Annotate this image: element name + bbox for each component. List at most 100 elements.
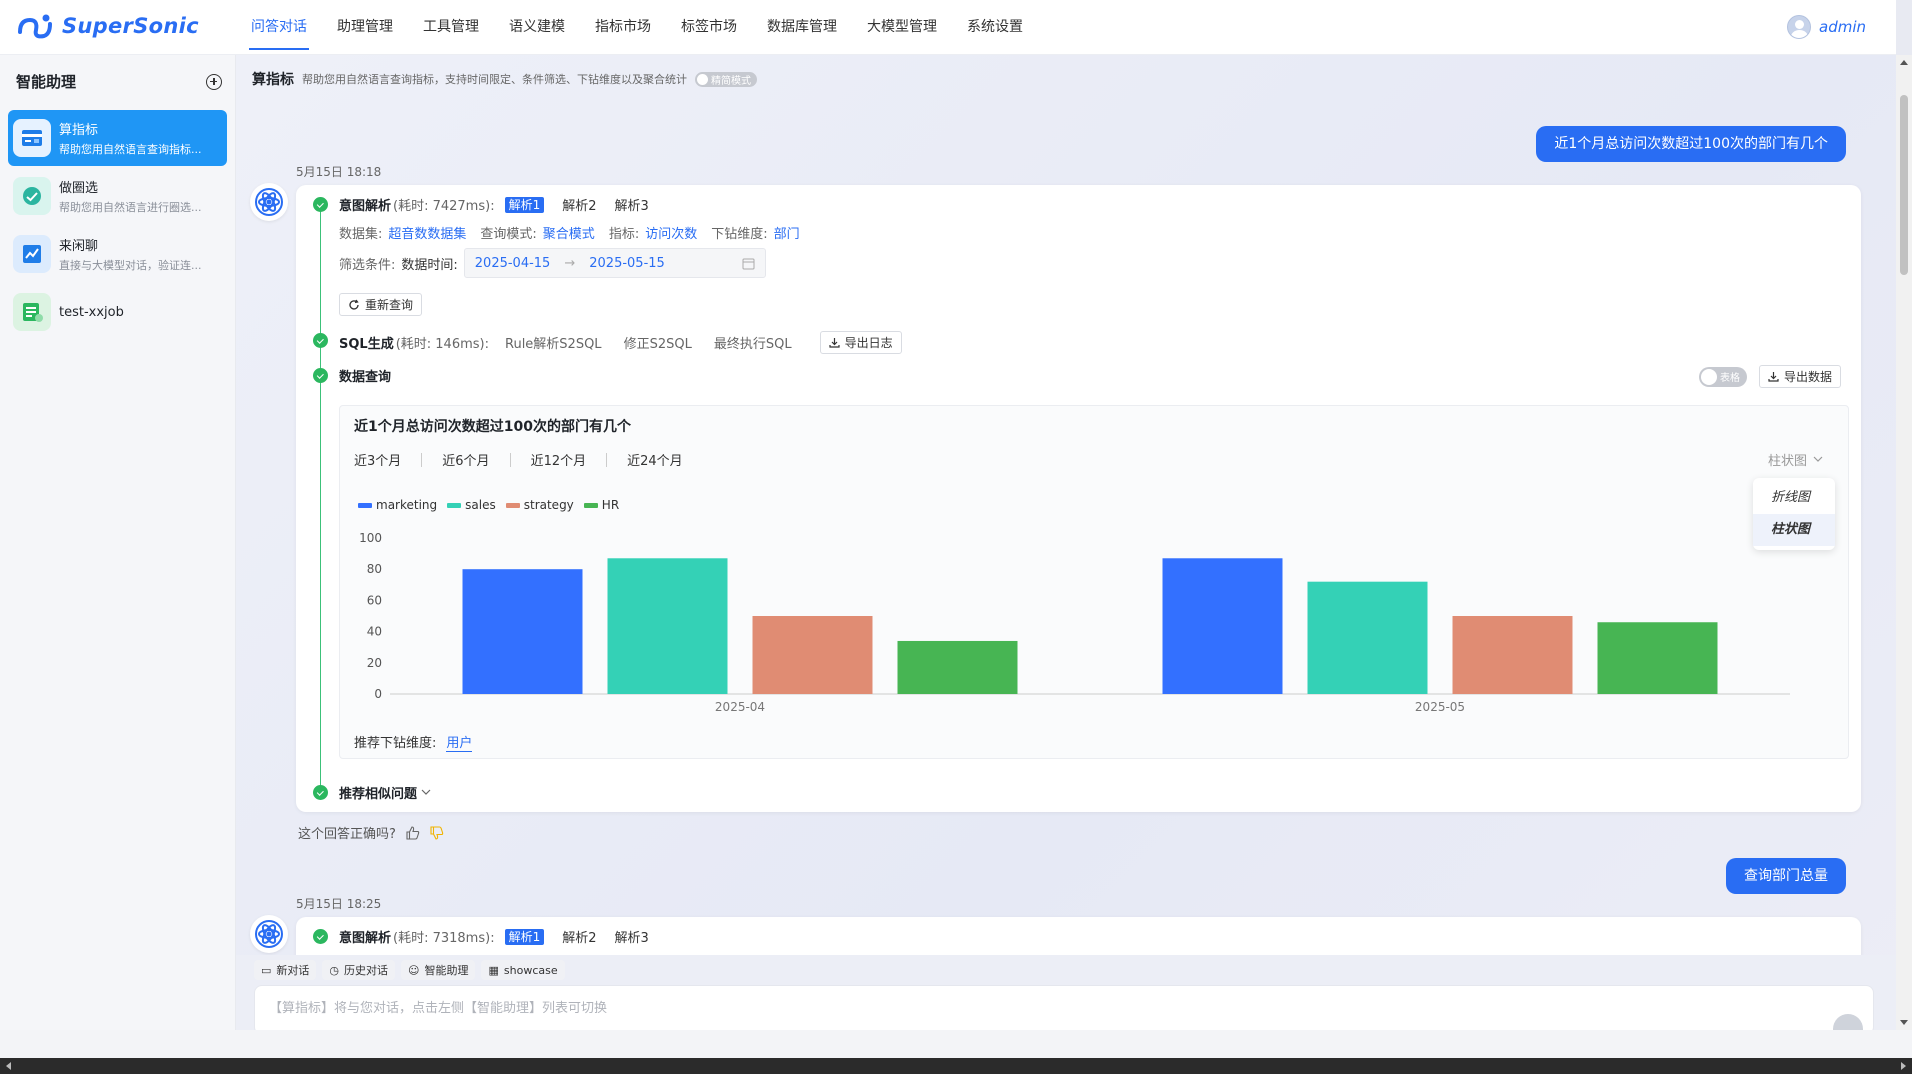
refresh-icon — [349, 299, 359, 310]
metric-value[interactable]: 访问次数 — [645, 223, 697, 242]
legend-label: marketing — [376, 498, 438, 512]
agent-name: 做圈选 — [59, 181, 99, 196]
date-start[interactable]: 2025-04-15 — [475, 256, 551, 271]
dataset-value[interactable]: 超音数数据集 — [388, 223, 466, 242]
period-tab-6m[interactable]: 近6个月 — [442, 450, 489, 469]
chevron-down-icon — [421, 789, 431, 795]
nav-tag-market[interactable]: 标签市场 — [666, 0, 752, 55]
sql-tab-rule[interactable]: Rule解析S2SQL — [505, 333, 602, 352]
agent-header-title: 算指标 — [252, 72, 294, 88]
history-button[interactable]: ◷ 历史对话 — [322, 960, 396, 980]
nav-tool-manage[interactable]: 工具管理 — [408, 0, 494, 55]
table-toggle[interactable]: 表格 — [1698, 366, 1747, 387]
parse-tab-1[interactable]: 解析1 — [504, 928, 545, 945]
simple-mode-toggle[interactable]: 精简模式 — [695, 71, 757, 87]
simple-mode-label: 精简模式 — [711, 75, 751, 87]
chart-type-select[interactable]: 柱状图 — [1768, 450, 1823, 469]
step-check-icon — [313, 197, 328, 212]
parse-tab-3[interactable]: 解析3 — [615, 195, 649, 214]
top-navbar: SuperSonic 问答对话 助理管理 工具管理 语义建模 指标市场 标签市场… — [0, 0, 1896, 55]
agent-list-button[interactable]: ☺ 智能助理 — [401, 960, 476, 980]
query-mode-value[interactable]: 聚合模式 — [543, 223, 595, 242]
new-chat-button[interactable]: ▭ 新对话 — [254, 960, 317, 980]
app-logo[interactable]: SuperSonic — [16, 10, 199, 42]
robot-icon: ☺ — [408, 963, 420, 977]
period-tabs: 近3个月 近6个月 近12个月 近24个月 — [354, 450, 683, 469]
horizontal-scrollbar[interactable] — [0, 1058, 1912, 1074]
legend-label: strategy — [523, 498, 574, 512]
nav-llm-manage[interactable]: 大模型管理 — [852, 0, 952, 55]
download-icon — [828, 338, 840, 348]
chat-input[interactable]: 【算指标】将与您对话，点击左侧【智能助理】列表可切换 — [254, 985, 1874, 1030]
parse-tab-2[interactable]: 解析2 — [562, 927, 596, 946]
date-label: 数据时间: — [401, 257, 458, 273]
scroll-right-icon[interactable] — [1901, 1062, 1906, 1070]
table-toggle-label: 表格 — [1719, 373, 1740, 384]
thumbs-down-icon[interactable] — [430, 825, 444, 840]
nav-semantic-model[interactable]: 语义建模 — [494, 0, 580, 55]
parse-time: (耗时: 7427ms): — [393, 199, 495, 214]
period-tab-12m[interactable]: 近12个月 — [531, 450, 587, 469]
legend-item[interactable]: strategy — [505, 498, 574, 512]
nav-chat[interactable]: 问答对话 — [236, 0, 322, 55]
parse-tab-2[interactable]: 解析2 — [562, 195, 596, 214]
sql-tab-corrected[interactable]: 修正S2SQL — [624, 333, 692, 352]
agent-header-desc: 帮助您用自然语言查询指标，支持时间限定、条件筛选、下钻维度以及聚合统计 — [302, 73, 687, 86]
scroll-down-icon[interactable] — [1900, 1020, 1908, 1025]
agent-desc: 帮助您用自然语言进行圈选... — [59, 201, 202, 214]
add-agent-icon[interactable] — [206, 73, 222, 90]
drill-dim-value[interactable]: 部门 — [774, 223, 800, 242]
legend-item[interactable]: marketing — [358, 498, 437, 512]
chart-type-option-line[interactable]: 折线图 — [1753, 482, 1835, 514]
main-nav: 问答对话 助理管理 工具管理 语义建模 指标市场 标签市场 数据库管理 大模型管… — [236, 0, 1038, 55]
vertical-scrollbar[interactable] — [1896, 55, 1912, 1030]
new-chat-label: 新对话 — [276, 964, 310, 977]
x-tick-label: 2025-05 — [1415, 700, 1465, 714]
sidebar-item-circle-select[interactable]: 做圈选 帮助您用自然语言进行圈选... — [8, 168, 227, 224]
metric-card-icon — [13, 119, 51, 157]
period-tab-3m[interactable]: 近3个月 — [354, 450, 401, 469]
parse-tab-3[interactable]: 解析3 — [615, 927, 649, 946]
export-data-button[interactable]: 导出数据 — [1758, 365, 1841, 388]
supersonic-logo-icon — [18, 14, 52, 39]
y-tick-label: 20 — [367, 656, 382, 670]
sql-tab-final[interactable]: 最终执行SQL — [714, 333, 792, 352]
step-check-icon — [313, 368, 328, 383]
username: admin — [1819, 18, 1866, 36]
export-log-button[interactable]: 导出日志 — [819, 331, 902, 354]
bar-sales — [607, 558, 728, 694]
dataset-label: 数据集: — [339, 227, 383, 242]
showcase-button[interactable]: ▦ showcase — [481, 960, 565, 980]
legend-item[interactable]: HR — [583, 498, 619, 512]
agent-name: 算指标 — [59, 123, 99, 138]
period-tab-24m[interactable]: 近24个月 — [627, 450, 683, 469]
bar-HR — [1597, 622, 1718, 694]
requery-button[interactable]: 重新查询 — [339, 293, 423, 316]
bar-marketing — [1162, 558, 1283, 694]
scroll-up-icon[interactable] — [1900, 60, 1908, 65]
bot-avatar-icon — [250, 915, 288, 953]
thumbs-up-icon[interactable] — [406, 825, 420, 840]
y-tick-label: 100 — [359, 531, 382, 545]
sidebar-item-chat[interactable]: 来闲聊 直接与大模型对话，验证连... — [8, 226, 227, 282]
parse-tab-1[interactable]: 解析1 — [504, 196, 545, 213]
legend-item[interactable]: sales — [447, 498, 496, 512]
sidebar-item-metric[interactable]: 算指标 帮助您用自然语言查询指标... — [8, 110, 227, 166]
agent-header: 算指标 帮助您用自然语言查询指标，支持时间限定、条件筛选、下钻维度以及聚合统计 … — [252, 69, 757, 89]
nav-metric-market[interactable]: 指标市场 — [580, 0, 666, 55]
sidebar-item-test-xxjob[interactable]: test-xxjob — [8, 284, 227, 340]
similar-questions-toggle[interactable]: 推荐相似问题 — [339, 783, 431, 802]
composer-toolbar: ▭ 新对话 ◷ 历史对话 ☺ 智能助理 ▦ showcase — [254, 960, 565, 980]
nav-agent-manage[interactable]: 助理管理 — [322, 0, 408, 55]
nav-system-settings[interactable]: 系统设置 — [952, 0, 1038, 55]
nav-database-manage[interactable]: 数据库管理 — [752, 0, 852, 55]
scroll-thumb[interactable] — [1900, 95, 1908, 275]
scroll-left-icon[interactable] — [6, 1062, 11, 1070]
user-menu[interactable]: admin — [1787, 15, 1866, 39]
date-end[interactable]: 2025-05-15 — [589, 256, 665, 271]
date-range-picker[interactable]: 2025-04-15 → 2025-05-15 — [463, 248, 766, 278]
drill-suggestion-value[interactable]: 用户 — [446, 732, 473, 752]
chart-panel: 近1个月总访问次数超过100次的部门有几个 近3个月 近6个月 近12个月 近2… — [339, 405, 1849, 759]
send-icon[interactable] — [1833, 1014, 1863, 1030]
user-avatar-icon — [1787, 15, 1811, 39]
